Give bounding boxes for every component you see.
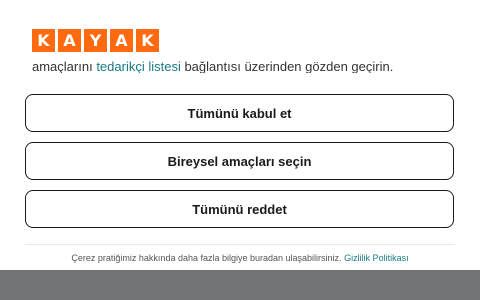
description-text: bağlantısı üzerinden gözden geçirin.	[180, 59, 394, 73]
divider	[25, 244, 455, 245]
footer-text: Çerez pratiğimiz hakkında daha fazla bil…	[71, 253, 345, 263]
logo-letter: Y	[84, 29, 107, 52]
privacy-footer: Çerez pratiğimiz hakkında daha fazla bil…	[0, 253, 480, 263]
cookie-consent-dialog: K A Y A K amaçlarını tedarikçi listesi b…	[0, 0, 480, 270]
logo-letter: K	[136, 29, 159, 52]
select-individual-purposes-button[interactable]: Bireysel amaçları seçin	[25, 142, 454, 180]
logo-letter: A	[110, 29, 133, 52]
consent-description: amaçlarını tedarikçi listesi bağlantısı …	[32, 53, 462, 73]
page-backdrop	[0, 270, 480, 300]
reject-all-button[interactable]: Tümünü reddet	[25, 190, 454, 228]
description-text: amaçlarını	[32, 59, 97, 73]
logo-letter: K	[32, 29, 55, 52]
accept-all-button[interactable]: Tümünü kabul et	[25, 94, 454, 132]
vendor-list-link[interactable]: tedarikçi listesi	[96, 59, 181, 73]
privacy-policy-link[interactable]: Gizlilik Politikası	[344, 253, 409, 263]
logo-letter: A	[58, 29, 81, 52]
kayak-logo: K A Y A K	[32, 29, 159, 52]
